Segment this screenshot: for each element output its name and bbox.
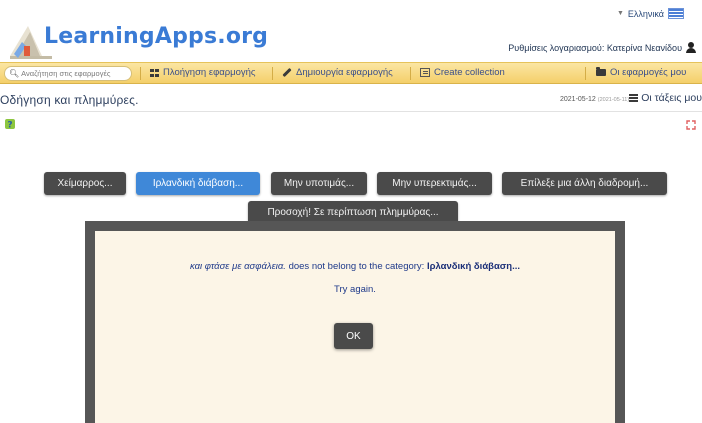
feedback-dialog-body: και φτάσε με ασφάλεια. does not belong t… — [95, 231, 615, 423]
app-dates: 2021-05-12 (2021-05-11) — [560, 96, 629, 103]
user-icon — [686, 42, 696, 53]
feedback-category-text: Ιρλανδική διάβαση... — [426, 261, 521, 272]
ok-button[interactable]: OK — [334, 323, 373, 349]
nav-browse-apps[interactable]: Πλοήγηση εφαρμογής — [150, 67, 256, 78]
page-title: Οδήγηση και πλημμύρες. — [0, 93, 139, 107]
category-tile-active[interactable]: Ιρλανδική διάβαση... — [136, 172, 260, 195]
logo[interactable]: LearningApps.org — [6, 2, 268, 60]
search-input[interactable]: 🔍︎ Αναζήτηση στις εφαρμογές — [4, 66, 132, 81]
category-label: Χείμαρρος... — [57, 178, 113, 189]
category-label: Επίλεξε μια άλλη διαδρομή... — [520, 178, 649, 189]
nav-browse-apps-label: Πλοήγηση εφαρμογής — [163, 67, 256, 78]
ok-button-label: OK — [346, 330, 361, 342]
app-date-original: (2021-05-11) — [597, 97, 630, 103]
language-label: Ελληνικά — [627, 8, 664, 19]
help-icon[interactable]: ? — [4, 118, 16, 130]
caret-down-icon: ▼ — [616, 10, 624, 17]
list-icon — [629, 94, 639, 102]
nav-create-collection-label: Create collection — [434, 67, 505, 78]
account-settings-link[interactable]: Ρυθμίσεις λογαριασμού: Κατερίνα Νεανίδου — [508, 42, 696, 53]
my-classes-link[interactable]: Οι τάξεις μου — [629, 92, 702, 104]
nav-create-collection[interactable]: Create collection — [420, 67, 505, 78]
category-tile[interactable]: Μην υποτιμάς... — [271, 172, 367, 195]
search-icon: 🔍︎ — [9, 69, 20, 78]
category-label: Μην υπερεκτιμάς... — [392, 178, 477, 189]
nav-my-apps-label: Οι εφαρμογές μου — [610, 67, 687, 78]
try-again-text: Try again. — [334, 284, 376, 295]
feedback-message: και φτάσε με ασφάλεια. does not belong t… — [95, 261, 615, 272]
fullscreen-icon[interactable] — [686, 120, 696, 130]
category-label: Μην υποτιμάς... — [283, 178, 355, 189]
dragged-item-text: και φτάσε με ασφάλεια. — [189, 261, 286, 272]
collection-icon — [420, 68, 430, 77]
category-tile[interactable]: Χείμαρρος... — [44, 172, 126, 195]
logo-text: LearningApps.org — [44, 24, 269, 49]
app-title-row: Οδήγηση και πλημμύρες. 2021-05-12 (2021-… — [0, 86, 702, 112]
category-tile[interactable]: Επίλεξε μια άλλη διαδρομή... — [502, 172, 667, 195]
greek-flag-icon — [668, 8, 684, 19]
category-label: Ιρλανδική διάβαση... — [152, 178, 244, 189]
nav-divider — [272, 67, 273, 80]
site-header: LearningApps.org ▼ Ελληνικά Ρυθμίσεις λο… — [0, 0, 702, 62]
nav-create-app-label: Δημιουργία εφαρμογής — [296, 67, 393, 78]
feedback-dialog: και φτάσε με ασφάλεια. does not belong t… — [85, 221, 625, 423]
language-selector[interactable]: ▼ Ελληνικά — [617, 8, 684, 19]
category-tile[interactable]: Μην υπερεκτιμάς... — [377, 172, 492, 195]
my-classes-label: Οι τάξεις μου — [641, 92, 702, 104]
svg-text:?: ? — [7, 121, 12, 131]
nav-divider — [410, 67, 411, 80]
main-navbar: 🔍︎ Αναζήτηση στις εφαρμογές Πλοήγηση εφα… — [0, 62, 702, 84]
feedback-middle-text: does not belong to the category: — [288, 261, 425, 272]
app-date: 2021-05-12 — [560, 96, 596, 103]
grid-icon — [150, 68, 159, 77]
category-label: Προσοχή! Σε περίπτωση πλημμύρας... — [267, 207, 439, 218]
nav-divider — [140, 67, 141, 80]
nav-my-apps[interactable]: Οι εφαρμογές μου — [596, 67, 686, 78]
account-settings-label: Ρυθμίσεις λογαριασμού: Κατερίνα Νεανίδου — [508, 42, 682, 53]
search-placeholder: Αναζήτηση στις εφαρμογές — [21, 69, 111, 78]
folder-icon — [596, 67, 606, 76]
nav-create-app[interactable]: Δημιουργία εφαρμογής — [282, 67, 393, 78]
nav-divider — [585, 67, 586, 80]
pencil-icon — [282, 67, 292, 78]
